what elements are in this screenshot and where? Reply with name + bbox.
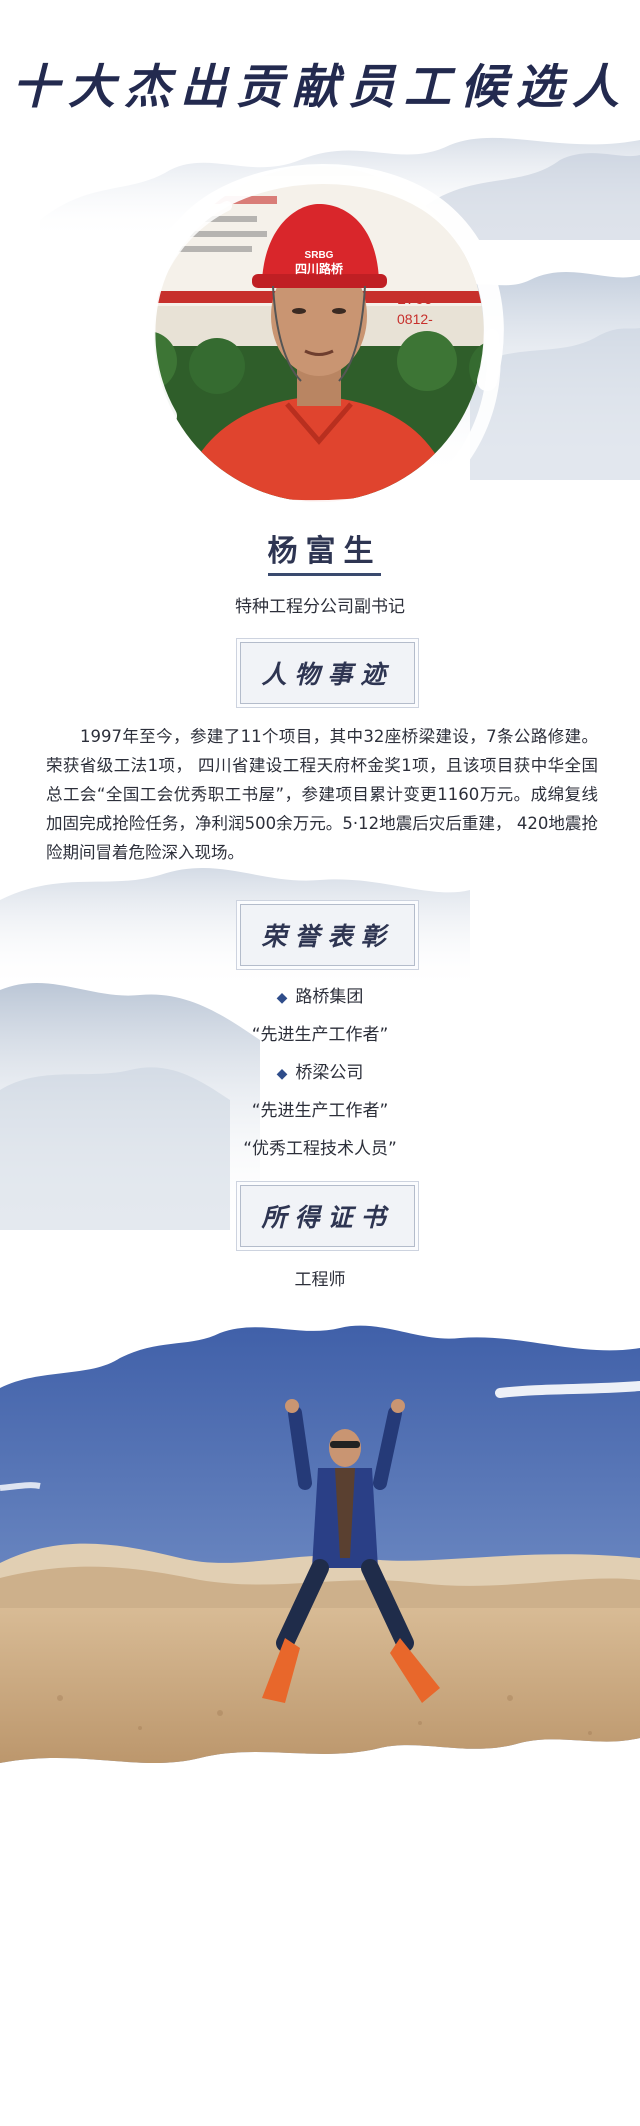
honor-org-1-label: 路桥集团: [295, 987, 364, 1007]
story-heading: 人物事迹: [261, 660, 394, 689]
sign-number-2: 0812-: [397, 311, 433, 327]
story-text: 1997年至今，参建了11个项目，其中32座桥梁建设，7条公路修建。荣获省级工法…: [46, 727, 598, 862]
page: 十大杰出贡献员工候选人 1760 0812- SRBG 四川路桥 杨富生 特种工…: [0, 0, 640, 2126]
honor-org-2-label: 桥梁公司: [295, 1063, 364, 1083]
honor-heading: 荣誉表彰: [261, 922, 394, 951]
honor-heading-plaque: 荣誉表彰: [240, 904, 415, 966]
honor-org-2: ◆ 桥梁公司: [0, 1058, 640, 1083]
person-role: 特种工程分公司副书记: [235, 597, 405, 617]
name-underline: [268, 573, 381, 576]
desert-jump-photo: [0, 1325, 640, 1763]
honor-title-1: “先进生产工作者”: [251, 1025, 389, 1045]
story-heading-plaque: 人物事迹: [240, 642, 415, 704]
diamond-bullet-icon: ◆: [276, 1066, 288, 1082]
portrait-photo: 1760 0812- SRBG 四川路桥: [135, 164, 504, 516]
sign-number-1: 1760: [397, 291, 433, 308]
certificate-name: 工程师: [294, 1270, 346, 1290]
cert-heading-plaque: 所得证书: [240, 1185, 415, 1247]
cert-heading: 所得证书: [261, 1203, 394, 1232]
honor-title-2: “先进生产工作者”: [251, 1101, 389, 1121]
honor-org-1: ◆ 路桥集团: [0, 982, 640, 1007]
name-block: 杨富生: [262, 528, 387, 576]
helmet-text: 四川路桥: [295, 261, 344, 276]
honor-title-3: “优秀工程技术人员”: [243, 1139, 397, 1159]
person-name: 杨富生: [267, 534, 382, 569]
page-title: 十大杰出贡献员工候选人: [12, 60, 628, 115]
helmet-logo: SRBG: [305, 250, 334, 261]
diamond-bullet-icon: ◆: [276, 990, 288, 1006]
